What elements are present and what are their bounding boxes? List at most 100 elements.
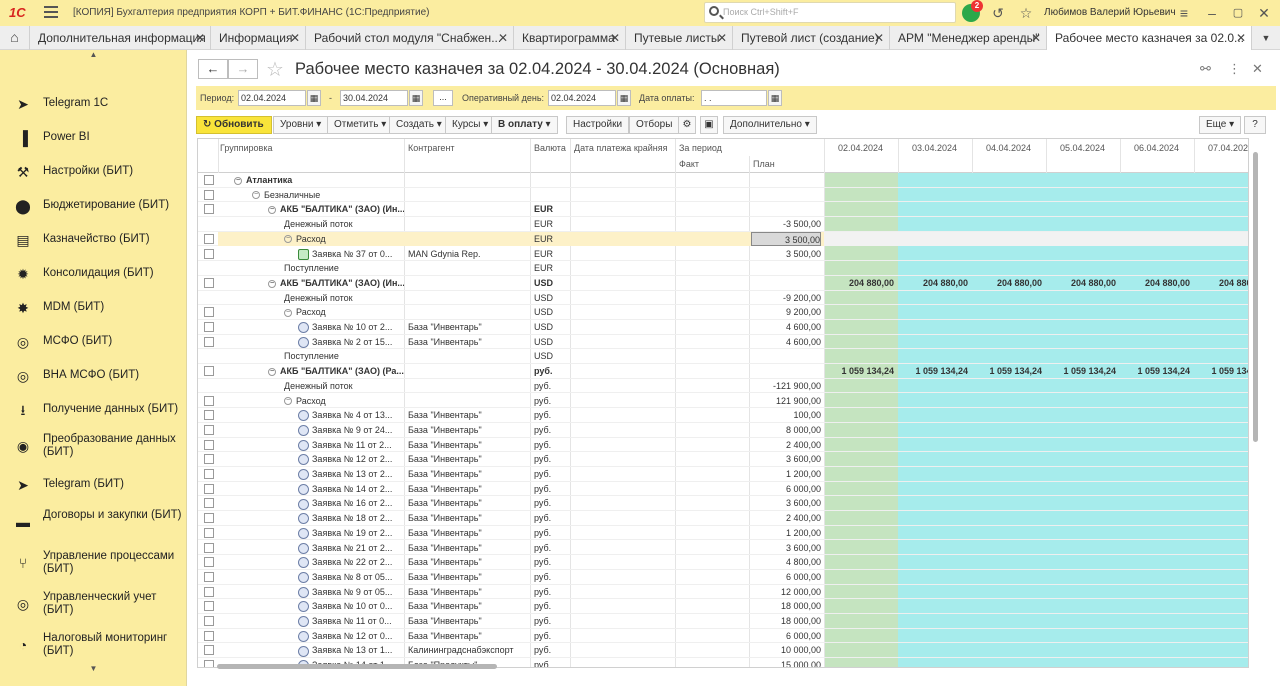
selections-button[interactable]: Отборы (629, 116, 680, 134)
table-row[interactable]: Заявка № 21 от 2... База "Инвентарь" руб. 3… (198, 541, 1248, 556)
header-for-period[interactable]: За период (679, 143, 722, 153)
settings-button[interactable]: Настройки (566, 116, 630, 134)
row-checkbox[interactable] (204, 513, 214, 524)
table-row[interactable]: Заявка № 22 от 2... База "Инвентарь" руб. 4… (198, 555, 1248, 570)
row-plan-value[interactable] (751, 261, 821, 276)
header-fact[interactable]: Факт (679, 159, 699, 169)
table-row[interactable]: − АКБ "БАЛТИКА" (ЗАО) (Ин... EUR (198, 202, 1248, 218)
table-row[interactable]: Заявка № 9 от 24... База "Инвентарь" руб. 8… (198, 423, 1248, 438)
sidebar-item[interactable]: ✹ Консолидация (БИТ) (0, 259, 186, 289)
row-checkbox[interactable] (204, 542, 214, 553)
row-plan-value[interactable]: 6 000,00 (751, 629, 821, 644)
table-row[interactable]: Заявка № 4 от 13... База "Инвентарь" руб. 1… (198, 408, 1248, 423)
row-plan-value[interactable]: 4 600,00 (751, 320, 821, 335)
levels-button[interactable]: Уровни ▾ (273, 116, 329, 134)
row-checkbox[interactable] (204, 307, 214, 318)
table-row[interactable]: Заявка № 37 от 0... MAN Gdynia Rep. EUR 3 5… (198, 247, 1248, 262)
sidebar-item[interactable]: ◎ Управленческий учет (БИТ) (0, 589, 186, 619)
table-row[interactable]: Заявка № 13 от 1... Калининградснабэкспор… (198, 643, 1248, 659)
additional-button[interactable]: Дополнительно ▾ (723, 116, 817, 134)
header-grouping[interactable]: Группировка (220, 143, 272, 153)
table-row[interactable]: Поступление EUR (198, 261, 1248, 276)
table-row[interactable]: Заявка № 19 от 2... База "Инвентарь" руб. 1… (198, 526, 1248, 541)
sidebar-item[interactable]: ▐ Power BI (0, 123, 186, 153)
table-row[interactable]: Заявка № 11 от 2... База "Инвентарь" руб. 2… (198, 438, 1248, 453)
table-row[interactable]: Заявка № 9 от 05... База "Инвентарь" руб. 1… (198, 585, 1248, 600)
vertical-scrollbar[interactable] (1252, 142, 1260, 662)
row-plan-value[interactable] (751, 202, 821, 217)
row-plan-value[interactable] (751, 173, 821, 188)
header-pay-date[interactable]: Дата платежа крайняя (574, 143, 668, 153)
table-row[interactable]: − АКБ "БАЛТИКА" (ЗАО) (Ра... руб. 1 059 134… (198, 364, 1248, 379)
scroll-thumb[interactable] (1253, 152, 1258, 442)
close-tab-icon[interactable]: ✕ (195, 26, 205, 50)
history-icon[interactable]: ↺ (990, 5, 1006, 21)
table-row[interactable]: Поступление USD (198, 349, 1248, 365)
row-checkbox[interactable] (204, 410, 214, 421)
row-checkbox[interactable] (204, 424, 214, 435)
row-checkbox[interactable] (204, 175, 214, 185)
table-row[interactable]: Заявка № 8 от 05... База "Инвентарь" руб. 6… (198, 570, 1248, 585)
table-row[interactable]: Заявка № 10 от 0... База "Инвентарь" руб. 1… (198, 599, 1248, 614)
row-plan-value[interactable]: 8 000,00 (751, 423, 821, 438)
row-checkbox[interactable] (204, 483, 214, 494)
row-plan-value[interactable]: 1 200,00 (751, 467, 821, 482)
row-checkbox[interactable] (204, 557, 214, 568)
table-row[interactable]: Денежный поток EUR -3 500,00 (198, 217, 1248, 232)
collapse-icon[interactable]: − (284, 235, 292, 244)
row-plan-value[interactable] (751, 276, 821, 291)
scroll-up-icon[interactable]: ▲ (0, 50, 186, 66)
collapse-icon[interactable]: − (268, 367, 276, 376)
user-name[interactable]: Любимов Валерий Юрьевич (1044, 7, 1176, 18)
row-plan-value[interactable] (751, 349, 821, 364)
table-row[interactable]: Денежный поток руб. -121 900,00 (198, 379, 1248, 394)
sidebar-item[interactable]: ◉ Преобразование данных (БИТ) (0, 431, 186, 461)
create-button[interactable]: Создать ▾ (389, 116, 449, 134)
header-plan[interactable]: План (753, 159, 775, 169)
maximize-icon[interactable]: ▢ (1230, 5, 1246, 21)
table-row[interactable]: Заявка № 12 от 2... База "Инвентарь" руб. 3… (198, 452, 1248, 467)
close-tab-icon[interactable]: ✕ (717, 26, 727, 50)
header-date[interactable]: 05.04.2024 (1060, 143, 1105, 153)
header-date[interactable]: 06.04.2024 (1134, 143, 1179, 153)
close-tab-icon[interactable]: ✕ (874, 26, 884, 50)
header-date[interactable]: 03.04.2024 (912, 143, 957, 153)
row-checkbox[interactable] (204, 645, 214, 656)
row-plan-value[interactable]: 18 000,00 (751, 599, 821, 614)
horizontal-scrollbar[interactable] (197, 662, 1249, 672)
collapse-icon[interactable]: − (252, 191, 260, 200)
row-plan-value[interactable]: 2 400,00 (751, 511, 821, 526)
tab-supply-desktop[interactable]: Рабочий стол модуля "Снабжен... ✕ (306, 26, 514, 50)
row-plan-value[interactable] (751, 188, 821, 203)
more-actions-icon[interactable]: ⋮ (1228, 61, 1241, 77)
close-tab-icon[interactable]: ✕ (1031, 26, 1041, 50)
header-date[interactable]: 04.04.2024 (986, 143, 1031, 153)
row-checkbox[interactable] (204, 498, 214, 509)
treasury-grid[interactable]: Группировка Контрагент Валюта Дата плате… (197, 138, 1249, 668)
row-checkbox[interactable] (204, 630, 214, 641)
favorites-star-icon[interactable]: ☆ (1018, 5, 1034, 21)
calendar-icon[interactable]: ▦ (409, 90, 423, 106)
calendar-icon[interactable]: ▦ (307, 90, 321, 106)
pay-date-field[interactable]: . . (701, 90, 767, 106)
close-tab-icon[interactable]: ✕ (290, 26, 300, 50)
row-plan-value[interactable]: 4 600,00 (751, 335, 821, 350)
table-row[interactable]: − Расход USD 9 200,00 (198, 305, 1248, 320)
favorite-star-icon[interactable]: ☆ (266, 57, 284, 82)
close-window-icon[interactable]: ✕ (1256, 5, 1272, 21)
period-from-field[interactable]: 02.04.2024 (238, 90, 306, 106)
tab-waybills[interactable]: Путевые листы ✕ (626, 26, 733, 50)
refresh-button[interactable]: ↻ Обновить (196, 116, 272, 134)
row-plan-value[interactable]: 6 000,00 (751, 570, 821, 585)
close-tab-icon[interactable]: ✕ (610, 26, 620, 50)
calc-settings-icon[interactable]: ⚙ (678, 116, 696, 134)
collapse-icon[interactable]: − (284, 397, 292, 406)
row-plan-value[interactable]: 121 900,00 (751, 394, 821, 409)
calendar-icon[interactable]: ▦ (617, 90, 631, 106)
header-date[interactable]: 07.04.2024 (1208, 143, 1248, 153)
row-plan-value[interactable]: 10 000,00 (751, 643, 821, 658)
row-checkbox[interactable] (204, 248, 214, 259)
forward-button[interactable]: → (228, 59, 258, 79)
row-plan-value[interactable]: 3 500,00 (751, 247, 821, 262)
sidebar-item[interactable]: ◔ Налоговый мониторинг (БИТ) (0, 630, 186, 660)
